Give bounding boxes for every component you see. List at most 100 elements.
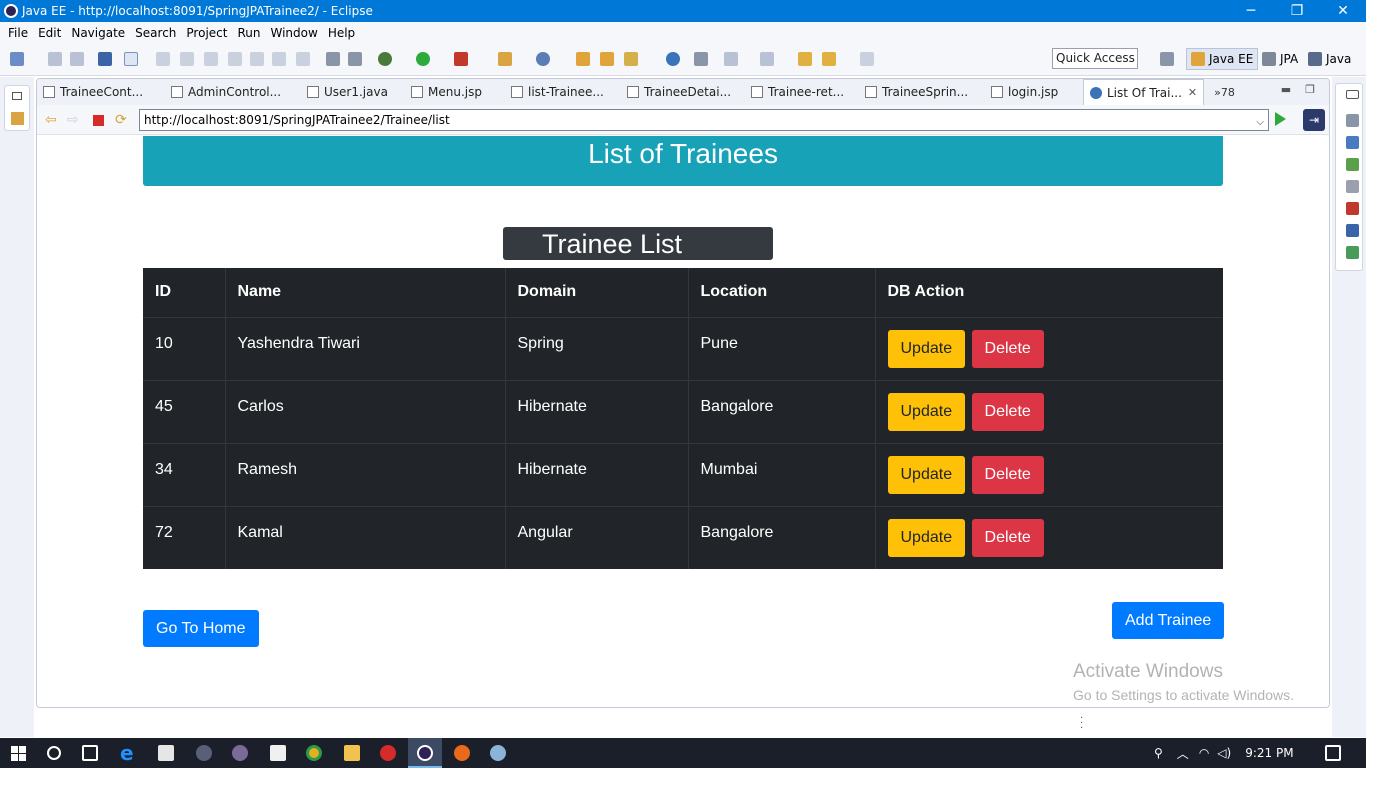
- tab-menu-jsp[interactable]: Menu.jsp: [411, 79, 511, 105]
- resize-handle[interactable]: · · ·: [1080, 714, 1084, 734]
- url-input[interactable]: http://localhost:8091/SpringJPATrainee2/…: [139, 109, 1269, 131]
- menu-edit[interactable]: Edit: [33, 26, 66, 40]
- back-icon[interactable]: ⇦: [45, 113, 59, 127]
- app-icon[interactable]: [232, 745, 248, 761]
- last-edit-icon[interactable]: [798, 52, 812, 66]
- tab-list-of-trainees[interactable]: List Of Trai... ✕: [1083, 79, 1205, 105]
- tab-trainee-spring[interactable]: TraineeSprin...: [865, 79, 991, 105]
- update-button[interactable]: Update: [887, 455, 966, 494]
- update-button[interactable]: Update: [887, 518, 966, 557]
- eclipse-taskbar-button[interactable]: [408, 738, 442, 768]
- task-list-icon[interactable]: [1346, 136, 1359, 149]
- cortana-search-icon[interactable]: [47, 746, 61, 760]
- chrome-icon[interactable]: [306, 745, 322, 761]
- external-browser-icon[interactable]: ⇥: [1303, 109, 1325, 131]
- palette-icon[interactable]: [1346, 158, 1359, 171]
- properties-icon[interactable]: [1346, 180, 1359, 193]
- add-trainee-button[interactable]: Add Trainee: [1112, 602, 1225, 639]
- skip-breakpoints-icon[interactable]: [124, 52, 138, 66]
- next-annotation-icon[interactable]: [724, 52, 738, 66]
- people-icon[interactable]: ⚲: [1154, 746, 1163, 760]
- save-all-icon[interactable]: [70, 52, 84, 66]
- perspective-java-ee[interactable]: Java EE: [1186, 48, 1259, 70]
- save-icon[interactable]: [48, 52, 62, 66]
- minimize-button[interactable]: ─: [1228, 0, 1274, 22]
- new-icon[interactable]: [10, 52, 24, 66]
- windows-start-icon[interactable]: [11, 746, 26, 761]
- servers-icon[interactable]: [1346, 246, 1359, 259]
- delete-button[interactable]: Delete: [971, 518, 1044, 557]
- outline-icon[interactable]: [1346, 114, 1359, 127]
- prev-annotation-icon[interactable]: [760, 52, 774, 66]
- console-view-icon[interactable]: [1346, 224, 1359, 237]
- perspective-jpa[interactable]: JPA: [1262, 48, 1298, 70]
- firefox-icon[interactable]: [454, 745, 470, 761]
- notifications-icon[interactable]: [1325, 745, 1341, 761]
- delete-button[interactable]: Delete: [971, 455, 1044, 494]
- menu-window[interactable]: Window: [265, 26, 322, 40]
- step-over-icon[interactable]: [272, 52, 286, 66]
- maximize-icon[interactable]: ❐: [1305, 83, 1315, 96]
- menu-run[interactable]: Run: [232, 26, 265, 40]
- edge-icon[interactable]: e: [120, 743, 136, 763]
- tab-user1-java[interactable]: User1.java: [307, 79, 411, 105]
- suspend-icon[interactable]: [180, 52, 194, 66]
- opera-icon[interactable]: [380, 745, 396, 761]
- stop-icon[interactable]: [93, 115, 104, 126]
- go-button[interactable]: [1275, 112, 1286, 126]
- debug-icon[interactable]: [378, 52, 392, 66]
- menu-project[interactable]: Project: [181, 26, 232, 40]
- menu-search[interactable]: Search: [130, 26, 181, 40]
- open-task-icon[interactable]: [600, 52, 614, 66]
- delete-button[interactable]: Delete: [971, 392, 1044, 431]
- chevron-up-icon[interactable]: ︿: [1177, 745, 1189, 762]
- new-server-icon[interactable]: [498, 52, 512, 66]
- perspective-java[interactable]: Java: [1308, 48, 1351, 70]
- tab-list-trainee[interactable]: list-Trainee...: [511, 79, 627, 105]
- toggle-comment-icon[interactable]: [348, 52, 362, 66]
- close-button[interactable]: ✕: [1320, 0, 1366, 22]
- back-icon[interactable]: [822, 52, 836, 66]
- close-tab-icon[interactable]: ✕: [1188, 86, 1197, 99]
- format-icon[interactable]: [326, 52, 340, 66]
- update-button[interactable]: Update: [887, 329, 966, 368]
- menu-navigate[interactable]: Navigate: [66, 26, 130, 40]
- forward-icon[interactable]: [860, 52, 874, 66]
- volume-icon[interactable]: ◁): [1217, 746, 1231, 760]
- store-icon[interactable]: [158, 745, 174, 761]
- tab-login-jsp[interactable]: login.jsp: [991, 79, 1083, 105]
- restore-button[interactable]: ❐: [1274, 0, 1320, 22]
- forward-icon[interactable]: ⇨: [67, 113, 81, 127]
- problems-icon[interactable]: [1346, 202, 1359, 215]
- open-perspective-icon[interactable]: [1160, 52, 1174, 66]
- disconnect-icon[interactable]: [228, 52, 242, 66]
- tab-trainee-details[interactable]: TraineeDetai...: [627, 79, 751, 105]
- mail-icon[interactable]: [270, 745, 286, 761]
- chevron-down-icon[interactable]: ⌵: [1256, 113, 1264, 133]
- network-icon[interactable]: ◠: [1199, 746, 1209, 760]
- run-icon[interactable]: [416, 52, 430, 66]
- console-icon[interactable]: [98, 52, 112, 66]
- file-explorer-icon[interactable]: [344, 745, 360, 761]
- terminate-icon[interactable]: [204, 52, 218, 66]
- task-view-icon[interactable]: [82, 745, 98, 761]
- new-web-service-icon[interactable]: [536, 52, 550, 66]
- app-icon[interactable]: [196, 745, 212, 761]
- annotation-icon[interactable]: [694, 52, 708, 66]
- update-button[interactable]: Update: [887, 392, 966, 431]
- restore-icon[interactable]: [1346, 90, 1359, 99]
- menu-file[interactable]: File: [3, 26, 33, 40]
- step-return-icon[interactable]: [296, 52, 310, 66]
- tab-admin-controller[interactable]: AdminControl...: [171, 79, 307, 105]
- clock[interactable]: 9:21 PM: [1245, 746, 1293, 760]
- go-to-home-button[interactable]: Go To Home: [143, 610, 259, 647]
- menu-help[interactable]: Help: [323, 26, 360, 40]
- open-browser-icon[interactable]: [666, 52, 680, 66]
- restore-icon[interactable]: [12, 92, 22, 100]
- tab-trainee-controller[interactable]: TraineeCont...: [43, 79, 171, 105]
- tab-overflow-button[interactable]: »78: [1214, 86, 1235, 99]
- quick-access-input[interactable]: Quick Access: [1052, 48, 1138, 69]
- external-tools-icon[interactable]: [454, 52, 468, 66]
- minimize-icon[interactable]: ▬: [1281, 83, 1291, 96]
- app-icon[interactable]: [490, 745, 506, 761]
